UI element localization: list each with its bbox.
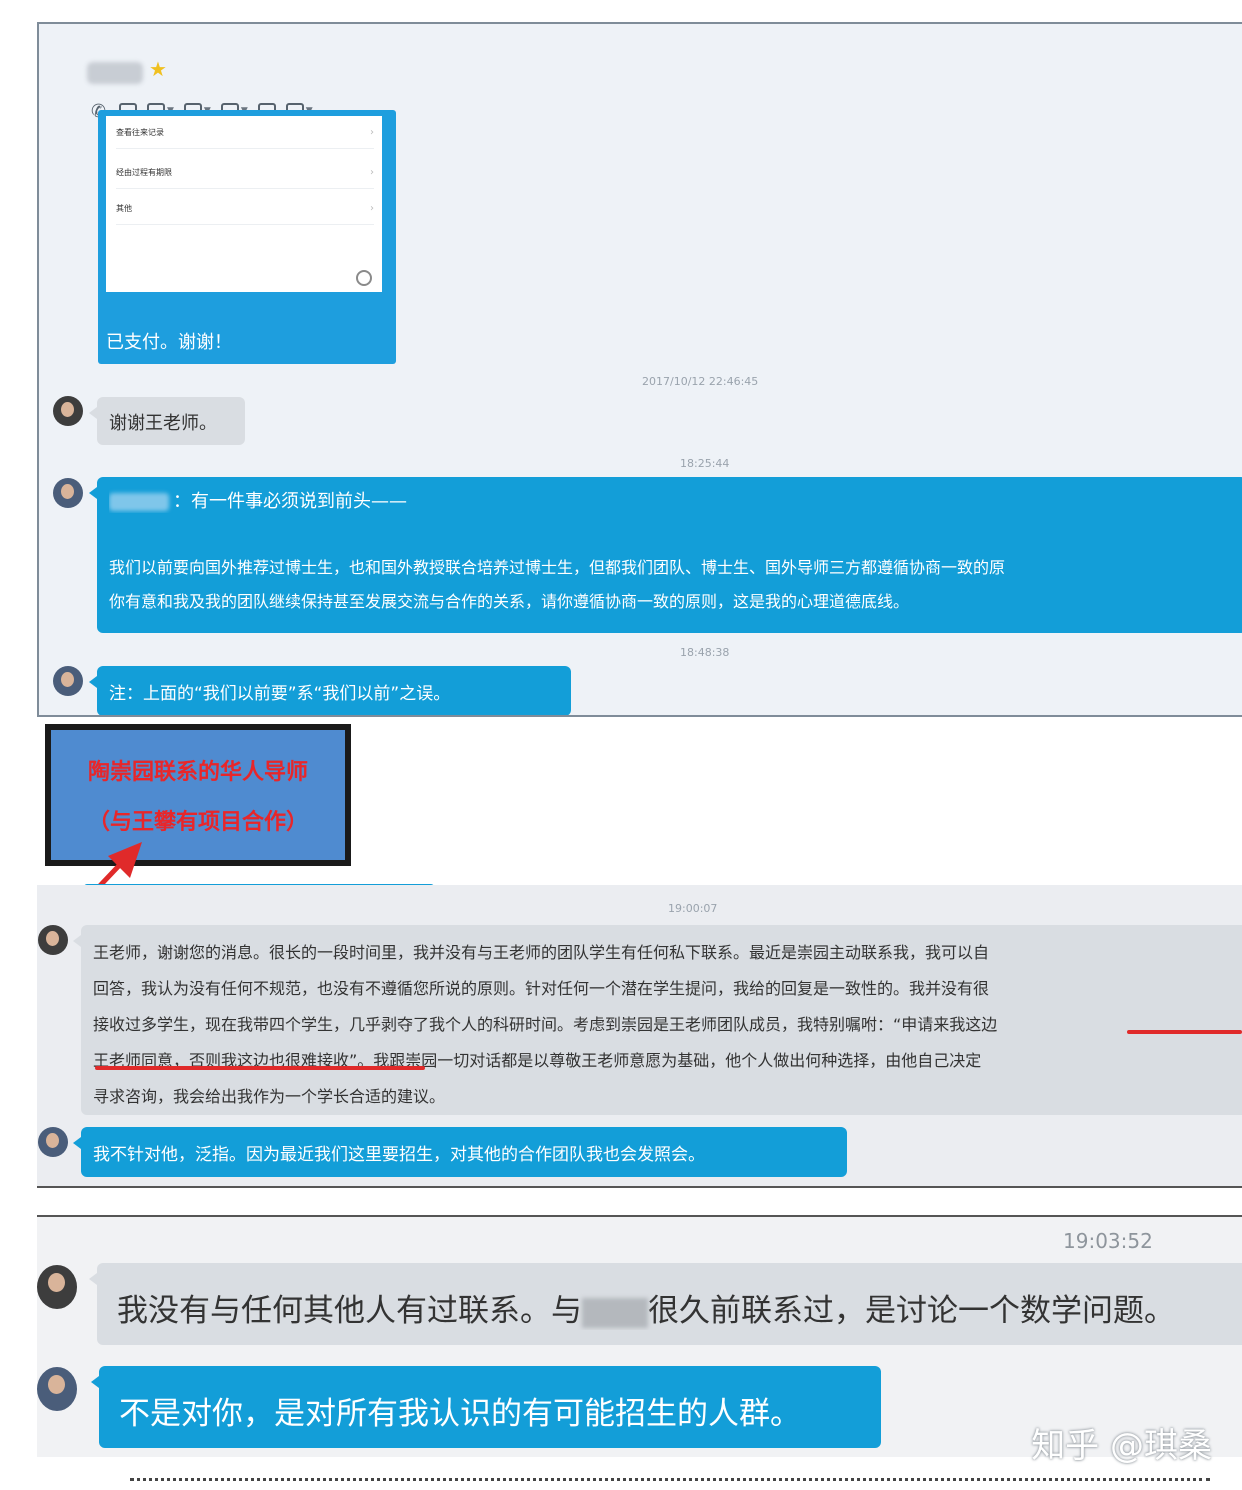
message-bubble[interactable]: ：有一件事必须说到前头—— 我们以前要向国外推荐过博士生，也和国外教授联合培养过… (89, 477, 1242, 633)
recipient-name-blurred (109, 493, 169, 511)
payment-screenshot-card[interactable]: 查看往来记录 › 经由过程有期限 › 其他 › 已支付。谢谢！ (98, 110, 396, 364)
list-item: 经由过程有期限 › (116, 158, 374, 189)
message-text: 不是对你，是对所有我认识的有可能招生的人群。 (119, 1396, 801, 1432)
avatar[interactable] (37, 1367, 77, 1411)
cropped-text-line (130, 1478, 1210, 1489)
message-bubble[interactable]: 我不针对他，泛指。因为最近我们这里要招生，对其他的合作团队我也会发照会。 (73, 1127, 847, 1177)
redacted-name (582, 1297, 648, 1328)
avatar[interactable] (38, 1127, 68, 1157)
avatar[interactable] (37, 1265, 77, 1309)
message-bubble[interactable]: 我没有与任何其他人有过联系。与 很久前联系过，是讨论一个数学问题。 (89, 1263, 1242, 1345)
avatar[interactable] (53, 478, 83, 508)
message-text: 王老师同意，否则我这边也很难接收”。我跟崇园一切对话都是以尊敬王老师意愿为基础，… (93, 1051, 982, 1070)
star-icon[interactable]: ★ (149, 57, 167, 81)
annotation-line-1: 陶崇园联系的华人导师 (87, 760, 308, 785)
avatar[interactable] (38, 925, 68, 955)
message-timestamp: 18:25:44 (680, 457, 730, 470)
highlight-underline (1127, 1030, 1242, 1034)
message-text: 我们以前要向国外推荐过博士生，也和国外教授联合培养过博士生，但都我们团队、博士生… (109, 558, 1006, 577)
message-bubble[interactable]: 注：上面的“我们以前要”系“我们以前”之误。 (89, 666, 571, 715)
avatar[interactable] (53, 666, 83, 696)
payment-screenshot: 查看往来记录 › 经由过程有期限 › 其他 › (106, 116, 382, 292)
highlight-underline (95, 1066, 425, 1070)
chevron-right-icon: › (370, 203, 374, 214)
message-text: 寻求咨询，我会给出我作为一个学长合适的建议。 (93, 1087, 446, 1106)
message-text: 接收过多学生，现在我带四个学生，几乎剥夺了我个人的科研时间。考虑到崇园是王老师团… (93, 1015, 998, 1034)
list-item: 其他 › (116, 194, 374, 225)
message-text: 我没有与任何其他人有过联系。与 很久前联系过，是讨论一个数学问题。 (117, 1293, 1175, 1329)
message-timestamp: 19:00:07 (668, 902, 718, 915)
chat-panel-2: 19:00:07 王老师，谢谢您的消息。很长的一段时间里，我并没有与王老师的团队… (37, 885, 1242, 1188)
message-bubble[interactable]: 不是对你，是对所有我认识的有可能招生的人群。 (91, 1366, 881, 1448)
watermark: 知乎 @琪桑 (1031, 1426, 1212, 1466)
message-text: 你有意和我及我的团队继续保持甚至发展交流与合作的关系，请你遵循协商一致的原则，这… (109, 592, 910, 611)
list-item: 查看往来记录 › (116, 118, 374, 149)
chevron-right-icon: › (370, 127, 374, 138)
message-text: 王老师，谢谢您的消息。很长的一段时间里，我并没有与王老师的团队学生有任何私下联系… (93, 943, 990, 962)
message-timestamp: 18:48:38 (680, 646, 730, 659)
message-timestamp: 19:03:52 (1063, 1229, 1153, 1253)
message-text: 回答，我认为没有任何不规范，也没有不遵循您所说的原则。针对任何一个潜在学生提问，… (93, 979, 990, 998)
message-bubble[interactable]: 谢谢王老师。 (89, 397, 245, 445)
search-icon (356, 270, 372, 286)
chevron-right-icon: › (370, 167, 374, 178)
contact-name-blurred (87, 62, 143, 84)
annotation-line-2: （与王攀有项目合作） (87, 810, 308, 835)
chat-panel-1: ★ ✆ ▼ ▼ ▼ ▼ 查看往来记录› 经由过程有期限› 其他› 已支付。谢谢！… (37, 22, 1242, 717)
message-text: 注：上面的“我们以前要”系“我们以前”之误。 (109, 684, 451, 704)
message-bubble[interactable]: 王老师，谢谢您的消息。很长的一段时间里，我并没有与王老师的团队学生有任何私下联系… (73, 925, 1242, 1115)
avatar[interactable] (53, 396, 83, 426)
message-header: ：有一件事必须说到前头—— (109, 487, 1235, 513)
message-caption: 已支付。谢谢！ (106, 332, 232, 353)
message-text: 我不针对他，泛指。因为最近我们这里要招生，对其他的合作团队我也会发照会。 (93, 1145, 705, 1165)
message-text: 谢谢王老师。 (109, 413, 217, 434)
message-timestamp: 2017/10/12 22:46:45 (642, 375, 759, 388)
